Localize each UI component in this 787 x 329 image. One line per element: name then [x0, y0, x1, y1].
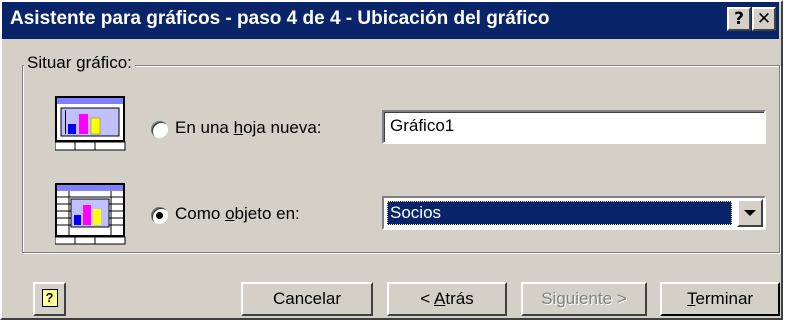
radio-selected-dot [156, 212, 163, 219]
help-icon: ? [41, 289, 58, 307]
new-sheet-name-input[interactable]: Gráfico1 [382, 110, 766, 144]
new-sheet-radio[interactable] [151, 121, 168, 138]
title-bar: Asistente para gráficos - paso 4 de 4 - … [2, 2, 779, 39]
as-object-radio[interactable] [151, 207, 168, 224]
dropdown-arrow-button[interactable] [737, 199, 763, 227]
new-sheet-label[interactable]: En una hoja nueva: [175, 118, 322, 138]
sheet-select-value: Socios [387, 201, 732, 225]
cancel-button[interactable]: Cancelar [241, 282, 373, 316]
embedded-chart-icon [55, 183, 126, 245]
chart-sheet-icon [55, 96, 126, 151]
group-label: Situar gráfico: [24, 53, 135, 73]
window-title: Asistente para gráficos - paso 4 de 4 - … [10, 8, 550, 29]
help-button[interactable]: ? [33, 282, 66, 316]
back-button[interactable]: < Atrás [387, 282, 507, 316]
as-object-label[interactable]: Como objeto en: [175, 204, 300, 224]
title-help-button[interactable]: ? [727, 7, 751, 31]
finish-button[interactable]: Terminar [660, 282, 780, 316]
sheet-select-dropdown[interactable]: Socios [382, 196, 766, 230]
next-button[interactable]: Siguiente > [521, 282, 647, 316]
close-button[interactable]: ✕ [752, 7, 776, 31]
